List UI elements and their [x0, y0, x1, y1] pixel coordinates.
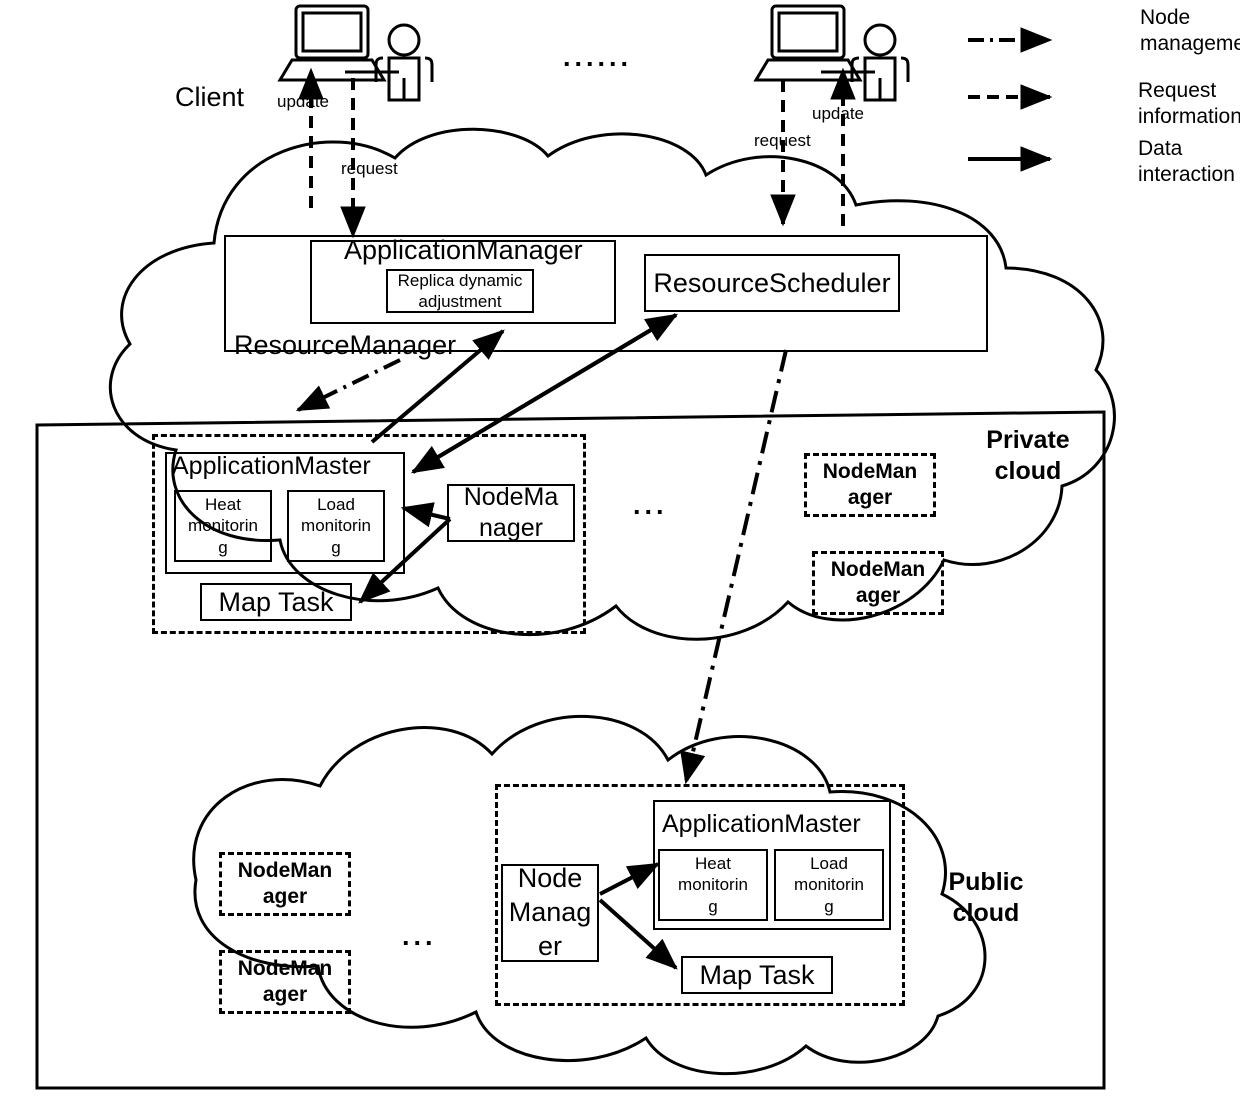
replica-dynamic-adjustment-box[interactable]: Replica dynamic adjustment — [386, 269, 534, 313]
public-node-manager-2[interactable]: NodeMan ager — [219, 950, 351, 1014]
private-cloud-ellipsis: ... — [633, 490, 668, 520]
public-map-task-box[interactable]: Map Task — [681, 956, 833, 994]
public-cloud-label: Public cloud — [948, 868, 1024, 928]
private-application-master-label: ApplicationMaster — [172, 452, 371, 480]
arrow-scheduler-to-public-nodegroup — [680, 349, 788, 785]
private-node-manager-box[interactable]: NodeMa nager — [447, 483, 575, 542]
private-node-manager-2[interactable]: NodeMan ager — [812, 551, 944, 615]
public-cloud-ellipsis: ... — [402, 921, 437, 951]
private-load-monitoring-box[interactable]: Load monitorin g — [287, 490, 385, 562]
client-2-update-label: update — [812, 104, 864, 123]
legend-label-data-interaction: Data interaction — [1138, 137, 1235, 187]
client-1-request-label: request — [341, 159, 398, 178]
client-2-request-label: request — [754, 131, 811, 150]
clients-ellipsis: ...... — [563, 42, 633, 72]
private-cloud-label: Private cloud — [986, 426, 1070, 486]
arrow-rm-to-appmaster-dashdot — [295, 358, 401, 412]
client-2-laptop-icon — [753, 4, 863, 82]
legend-label-request-information: Request information — [1138, 79, 1240, 129]
client-1-person-icon — [374, 23, 434, 102]
client-label: Client — [175, 82, 245, 112]
public-application-master-label: ApplicationMaster — [662, 810, 861, 838]
resource-manager-label: ResourceManager — [234, 330, 457, 360]
private-node-manager-1[interactable]: NodeMan ager — [804, 453, 936, 517]
public-heat-monitoring-box[interactable]: Heat monitorin g — [658, 849, 768, 921]
private-map-task-box[interactable]: Map Task — [200, 583, 352, 621]
application-manager-label: ApplicationManager — [344, 235, 583, 265]
client-1-laptop-icon — [277, 4, 387, 82]
public-node-manager-1[interactable]: NodeMan ager — [219, 852, 351, 916]
client-1-update-label: update — [277, 92, 329, 111]
public-load-monitoring-box[interactable]: Load monitorin g — [774, 849, 884, 921]
architecture-diagram: Node management Request information Data… — [0, 0, 1240, 1110]
client-2-person-icon — [850, 23, 910, 102]
legend-label-node-management: Node management — [1140, 6, 1240, 56]
resource-scheduler-box[interactable]: ResourceScheduler — [644, 254, 900, 312]
private-heat-monitoring-box[interactable]: Heat monitorin g — [174, 490, 272, 562]
public-node-manager-box[interactable]: Node Manag er — [501, 863, 599, 962]
